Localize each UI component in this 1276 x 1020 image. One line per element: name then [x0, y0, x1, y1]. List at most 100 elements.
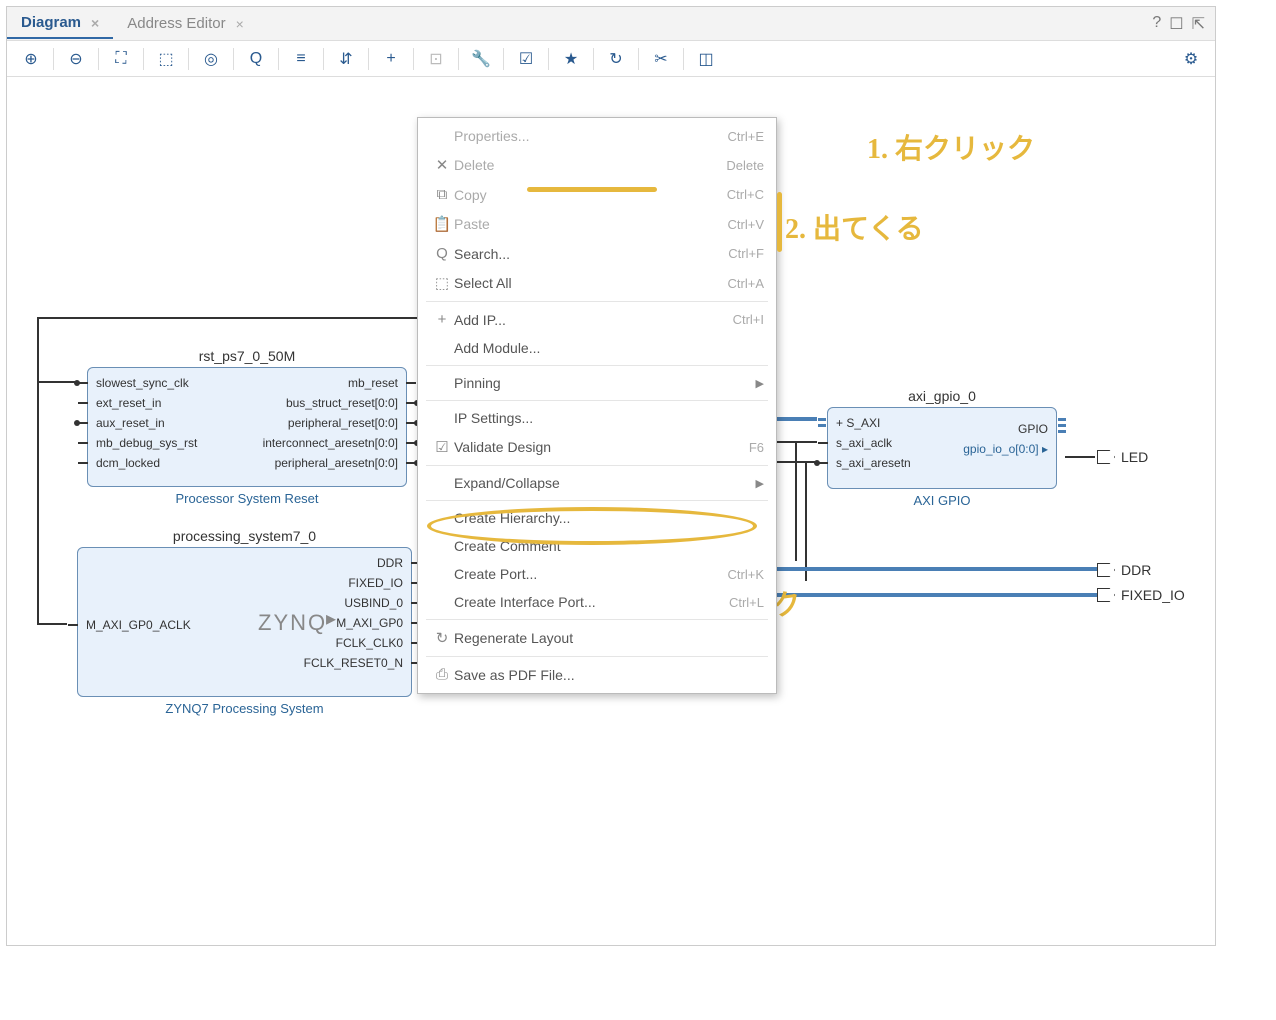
port-label: bus_struct_reset[0:0]: [286, 396, 398, 410]
search-icon[interactable]: Q: [242, 45, 270, 73]
help-icon[interactable]: ?: [1152, 14, 1161, 34]
port-label: GPIO: [1018, 422, 1048, 436]
collapse-icon[interactable]: ≡: [287, 45, 315, 73]
vertical-mark: [777, 192, 782, 252]
menu-shortcut: F6: [749, 440, 764, 455]
wire: [795, 441, 797, 561]
menu-item-validate-design[interactable]: ☑Validate DesignF6: [418, 432, 776, 462]
menu-shortcut: Ctrl+K: [728, 567, 764, 582]
annotation-2: 2. 出てくる: [785, 207, 924, 247]
auto-fit-icon[interactable]: ⬚: [152, 45, 180, 73]
port-label: ext_reset_in: [96, 396, 161, 410]
port-label: interconnect_aresetn[0:0]: [263, 436, 398, 450]
block-gpio[interactable]: axi_gpio_0 + S_AXI s_axi_aclk s_axi_ares…: [827, 407, 1057, 489]
zynq-logo: ZYNQ: [258, 610, 327, 636]
pin-icon[interactable]: ★: [557, 45, 585, 73]
bus: [777, 417, 817, 421]
menu-icon: 📋: [430, 215, 454, 233]
maximize-icon[interactable]: ☐: [1169, 14, 1183, 34]
close-icon[interactable]: ×: [91, 15, 99, 31]
port-label: mb_reset: [348, 376, 398, 390]
ext-port-led[interactable]: LED: [1097, 449, 1148, 465]
port-label: slowest_sync_clk: [96, 376, 189, 390]
validate-icon[interactable]: ☑: [512, 45, 540, 73]
menu-icon: ✕: [430, 156, 454, 174]
zoom-out-icon[interactable]: ⊖: [62, 45, 90, 73]
wire: [37, 317, 39, 623]
popout-icon[interactable]: ⇱: [1192, 14, 1205, 34]
block-type-name: Processor System Reset: [88, 491, 406, 506]
menu-item-add-module[interactable]: Add Module...: [418, 334, 776, 362]
wire: [805, 461, 807, 581]
menu-item-paste: 📋PasteCtrl+V: [418, 209, 776, 239]
block-type-name: AXI GPIO: [828, 493, 1056, 508]
menu-item-create-port[interactable]: Create Port...Ctrl+K: [418, 560, 776, 588]
tab-diagram[interactable]: Diagram ×: [7, 8, 113, 39]
block-zynq[interactable]: processing_system7_0 M_AXI_GP0_ACLK ZYNQ…: [77, 547, 412, 697]
toolbar: ⊕ ⊖ ⛶ ⬚ ◎ Q ≡ ⇵ + ⊡ 🔧 ☑ ★ ↻ ✂ ◫ ⚙: [7, 41, 1215, 77]
menu-item-ip-settings[interactable]: IP Settings...: [418, 404, 776, 432]
block-reset[interactable]: rst_ps7_0_50M slowest_sync_clk ext_reset…: [87, 367, 407, 487]
port-label: aux_reset_in: [96, 416, 165, 430]
refresh-icon[interactable]: ↻: [602, 45, 630, 73]
menu-label: Properties...: [454, 128, 728, 144]
menu-label: Save as PDF File...: [454, 667, 764, 683]
port-icon: [1097, 450, 1115, 464]
menu-item-pinning[interactable]: Pinning▶: [418, 369, 776, 397]
menu-shortcut: Ctrl+I: [733, 312, 764, 327]
menu-item-save-as-pdf-file[interactable]: ⎙Save as PDF File...: [418, 660, 776, 689]
menu-item-create-comment[interactable]: Create Comment: [418, 532, 776, 560]
tab-controls: ? ☐ ⇱: [1152, 14, 1215, 34]
chevron-icon: ▸: [326, 606, 336, 631]
menu-item-search[interactable]: QSearch...Ctrl+F: [418, 239, 776, 268]
menu-label: Create Hierarchy...: [454, 510, 764, 526]
port-label: USBIND_0: [344, 596, 403, 610]
port-label: FCLK_CLK0: [336, 636, 403, 650]
menu-label: Pinning: [454, 375, 756, 391]
highlight-mark: [527, 187, 657, 192]
port-label: LED: [1121, 449, 1148, 465]
swap-icon[interactable]: ⇵: [332, 45, 360, 73]
port-label: peripheral_aresetn[0:0]: [275, 456, 398, 470]
zoom-in-icon[interactable]: ⊕: [17, 45, 45, 73]
menu-shortcut: Ctrl+E: [728, 129, 764, 144]
menu-item-properties: Properties...Ctrl+E: [418, 122, 776, 150]
menu-icon: ↻: [430, 629, 454, 647]
menu-item-create-hierarchy[interactable]: Create Hierarchy...: [418, 504, 776, 532]
menu-item-create-interface-port[interactable]: Create Interface Port...Ctrl+L: [418, 588, 776, 616]
group-icon: ⊡: [422, 45, 450, 73]
menu-shortcut: Ctrl+C: [727, 187, 764, 202]
menu-item-select-all[interactable]: ⬚Select AllCtrl+A: [418, 268, 776, 298]
close-icon[interactable]: ×: [236, 16, 244, 32]
ext-port-fixed-io[interactable]: FIXED_IO: [1097, 587, 1185, 603]
menu-shortcut: Ctrl+V: [728, 217, 764, 232]
wire: [37, 381, 77, 383]
fit-icon[interactable]: ⛶: [107, 45, 135, 73]
cut-icon[interactable]: ✂: [647, 45, 675, 73]
menu-icon: +: [430, 311, 454, 328]
block-type-name: ZYNQ7 Processing System: [78, 701, 411, 716]
port-icon: [1097, 563, 1115, 577]
menu-label: Validate Design: [454, 439, 749, 455]
port-label: gpio_io_o[0:0] ▸: [963, 442, 1048, 456]
block-instance-name: rst_ps7_0_50M: [88, 348, 406, 364]
ext-port-ddr[interactable]: DDR: [1097, 562, 1151, 578]
menu-label: Search...: [454, 246, 728, 262]
menu-item-regenerate-layout[interactable]: ↻Regenerate Layout: [418, 623, 776, 653]
menu-icon: ⧉: [430, 186, 454, 203]
ip-catalog-icon[interactable]: ◫: [692, 45, 720, 73]
port-label: DDR: [377, 556, 403, 570]
context-menu: Properties...Ctrl+E✕DeleteDelete⧉CopyCtr…: [417, 117, 777, 694]
tab-address-editor[interactable]: Address Editor ×: [113, 9, 258, 38]
chevron-right-icon: ▶: [756, 377, 764, 390]
menu-label: Add Module...: [454, 340, 764, 356]
menu-shortcut: Delete: [726, 158, 764, 173]
menu-label: Regenerate Layout: [454, 630, 764, 646]
port-label: s_axi_aclk: [836, 436, 892, 450]
add-icon[interactable]: +: [377, 45, 405, 73]
menu-item-add-ip[interactable]: +Add IP...Ctrl+I: [418, 305, 776, 334]
port-label: FIXED_IO: [348, 576, 403, 590]
menu-item-expand-collapse[interactable]: Expand/Collapse▶: [418, 469, 776, 497]
settings-icon[interactable]: ⚙: [1177, 45, 1205, 73]
center-icon[interactable]: ◎: [197, 45, 225, 73]
